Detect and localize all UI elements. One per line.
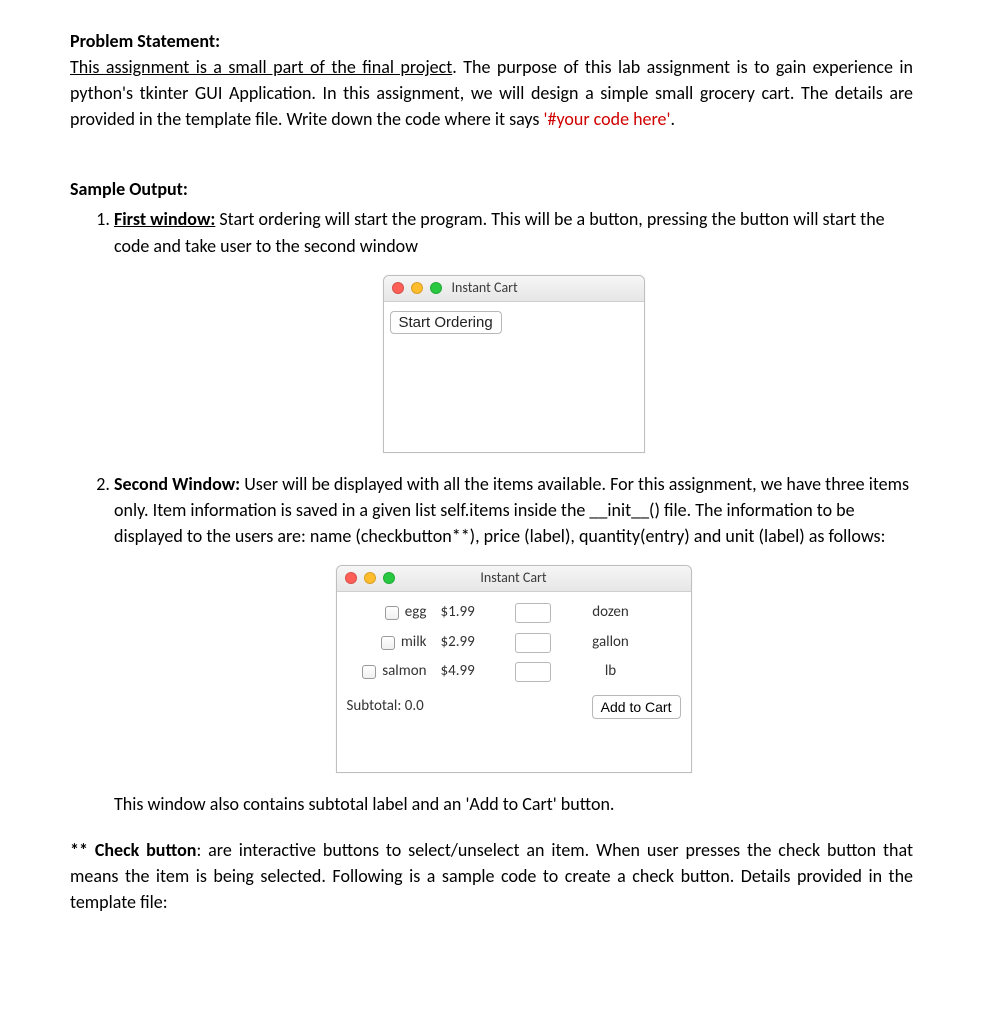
quantity-input-salmon[interactable]: [515, 662, 551, 682]
window2-wrap: Instant Cart egg $1.99 dozen: [114, 565, 913, 773]
minimize-icon[interactable]: [411, 282, 423, 294]
list-item: First window: Start ordering will start …: [114, 206, 913, 452]
item-name: egg: [405, 602, 427, 624]
item-price: $2.99: [441, 632, 501, 654]
items-grid: egg $1.99 dozen milk $2.99 gallon: [347, 602, 681, 683]
start-ordering-button[interactable]: Start Ordering: [390, 311, 502, 334]
add-to-cart-button[interactable]: Add to Cart: [592, 695, 681, 719]
window-title: Instant Cart: [337, 568, 691, 588]
heading-problem-statement: Problem Statement:: [70, 30, 220, 52]
window-title: Instant Cart: [452, 278, 518, 298]
item-row-name: salmon: [347, 661, 427, 683]
item2-text: Second Window: User will be displayed wi…: [114, 471, 913, 549]
quantity-input-milk[interactable]: [515, 633, 551, 653]
checkbox-milk[interactable]: [381, 636, 395, 650]
item-price: $4.99: [441, 661, 501, 683]
intro-underlined: This assignment is a small part of the f…: [70, 56, 452, 78]
after-window2-text: This window also contains subtotal label…: [114, 791, 913, 817]
checkbox-egg[interactable]: [385, 606, 399, 620]
list-item: Second Window: User will be displayed wi…: [114, 471, 913, 817]
quantity-input-egg[interactable]: [515, 603, 551, 623]
page: Problem Statement: This assignment is a …: [0, 0, 983, 969]
sample-list: First window: Start ordering will start …: [70, 206, 913, 817]
titlebar: Instant Cart: [337, 566, 691, 592]
item-unit: dozen: [571, 602, 651, 624]
item-row-name: egg: [347, 602, 427, 624]
item1-lead: First window:: [114, 208, 215, 230]
item1-rest: Start ordering will start the program. T…: [114, 208, 885, 256]
window-instant-cart-2: Instant Cart egg $1.99 dozen: [336, 565, 692, 773]
spacer: [70, 146, 913, 176]
footnote-para: ** Check button: are interactive buttons…: [70, 837, 913, 915]
item1-text: First window: Start ordering will start …: [114, 206, 913, 258]
item2-lead: Second Window:: [114, 473, 240, 495]
item-unit: gallon: [571, 632, 651, 654]
footnote-lead: ** Check button: [70, 839, 196, 861]
item-price: $1.99: [441, 602, 501, 624]
window-body: Start Ordering: [384, 302, 644, 452]
code-marker-text: '#your code here': [544, 108, 671, 130]
footer-row: Subtotal: 0.0 Add to Cart: [347, 693, 681, 719]
traffic-lights: [392, 282, 442, 294]
subtotal-label: Subtotal: 0.0: [347, 696, 424, 718]
item-name: milk: [401, 632, 427, 654]
zoom-icon[interactable]: [430, 282, 442, 294]
checkbox-salmon[interactable]: [362, 665, 376, 679]
item-row-name: milk: [347, 632, 427, 654]
window-body: egg $1.99 dozen milk $2.99 gallon: [337, 592, 691, 772]
window1-wrap: Instant Cart Start Ordering: [114, 275, 913, 453]
titlebar: Instant Cart: [384, 276, 644, 302]
heading-sample-output: Sample Output:: [70, 176, 913, 202]
problem-statement-para: Problem Statement: This assignment is a …: [70, 28, 913, 132]
item-unit: lb: [571, 661, 651, 683]
window-instant-cart-1: Instant Cart Start Ordering: [383, 275, 645, 453]
close-icon[interactable]: [392, 282, 404, 294]
item-name: salmon: [382, 661, 426, 683]
intro-period: .: [670, 108, 675, 130]
footnote-rest: : are interactive buttons to select/unse…: [70, 839, 913, 913]
